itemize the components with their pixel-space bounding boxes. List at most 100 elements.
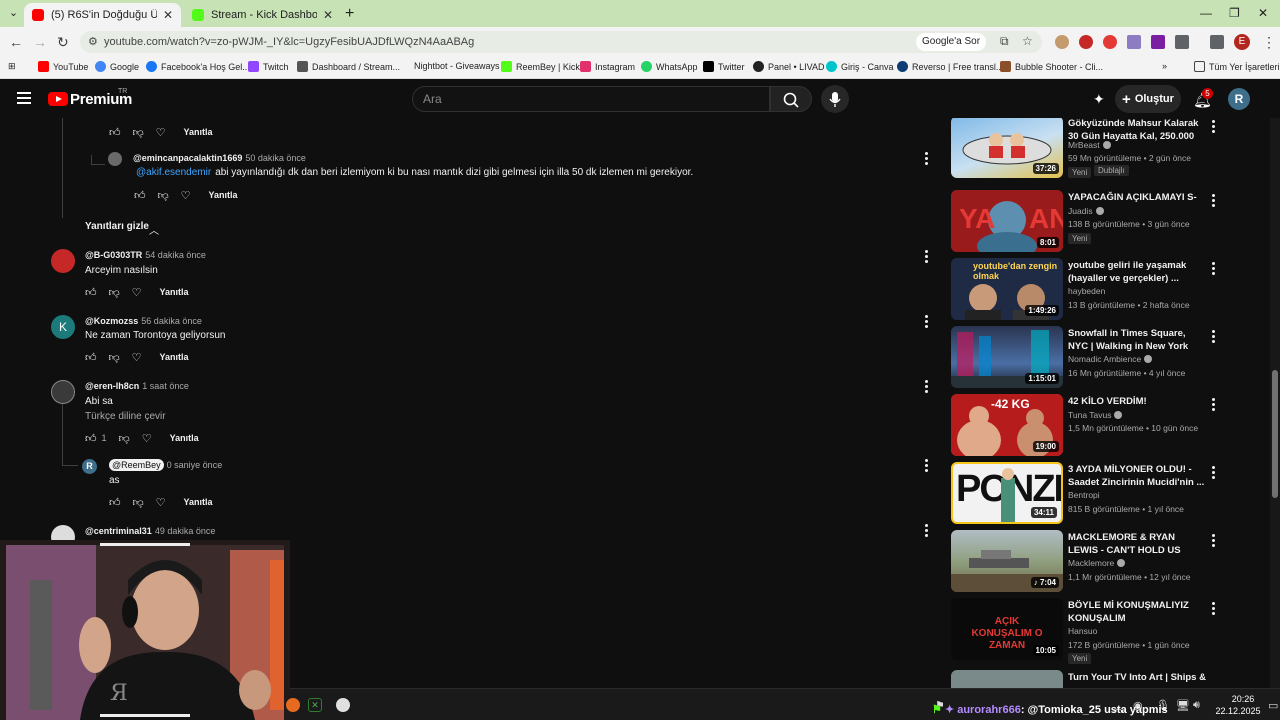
video-menu-icon[interactable] <box>1212 534 1216 549</box>
bookmark-livad[interactable]: Panel • LIVAD <box>753 61 825 72</box>
bookmark-whatsapp[interactable]: WhatsApp <box>641 61 698 72</box>
search-box[interactable] <box>412 86 770 112</box>
video-menu-icon[interactable] <box>1212 194 1216 209</box>
new-tab-icon[interactable]: + <box>345 5 354 23</box>
bookmark-dashboard[interactable]: Dashboard / Stream... <box>297 61 400 72</box>
reply-button[interactable]: Yanıtla <box>160 352 189 362</box>
url-text[interactable]: youtube.com/watch?v=zo-pWJM-_IY&lc=UgzyF… <box>104 36 474 48</box>
channel-name[interactable]: Nomadic Ambience <box>1068 354 1153 364</box>
chevron-up-icon[interactable]: ︿ <box>149 222 159 237</box>
channel-owner-badge[interactable]: @ReemBey <box>109 459 164 471</box>
comment-menu-icon[interactable] <box>925 459 929 474</box>
restore-icon[interactable]: ❐ <box>1229 6 1240 20</box>
comment-author[interactable]: @ReemBey 0 saniye önce <box>109 459 222 471</box>
apps-grid-icon[interactable]: ⊞ <box>8 61 16 72</box>
google-sor-button[interactable]: Google'a Sor <box>916 33 987 51</box>
extensions-puzzle-icon[interactable] <box>1175 35 1189 49</box>
search-input[interactable] <box>423 91 753 107</box>
forward-arrow-icon[interactable]: → <box>33 34 47 50</box>
comment-author[interactable]: @eren-lh8cn 1 saat önce <box>85 381 189 391</box>
video-thumbnail[interactable]: YA AN 8:01 <box>951 190 1063 252</box>
voice-search-button[interactable] <box>821 85 849 113</box>
video-title[interactable]: youtube geliri ile yaşamak (hayaller ve … <box>1068 259 1206 285</box>
minimize-icon[interactable]: — <box>1200 6 1212 20</box>
heart-icon[interactable]: ♡ <box>156 126 166 139</box>
mouse-app-icon[interactable] <box>336 698 350 712</box>
bookmark-youtube[interactable]: YouTube <box>38 61 88 72</box>
reply-button[interactable]: Yanıtla <box>184 127 213 137</box>
dislike-icon[interactable]: 👎︎ <box>133 126 144 139</box>
video-menu-icon[interactable] <box>1212 330 1216 345</box>
video-title[interactable]: Turn Your TV Into Art | Ships & <box>1068 671 1206 684</box>
search-button[interactable] <box>770 86 812 112</box>
channel-name[interactable]: MrBeast <box>1068 140 1111 150</box>
bookmark-twitch[interactable]: Twitch <box>248 61 289 72</box>
comment-menu-icon[interactable] <box>925 152 929 167</box>
channel-name[interactable]: Juadis <box>1068 206 1104 216</box>
tab-youtube[interactable]: (5) R6S'in Doğduğu Ülkeye Git ✕ <box>24 3 181 27</box>
comment-menu-icon[interactable] <box>925 250 929 265</box>
related-video-item[interactable]: AÇIK KONUŞALIM O ZAMAN 10:05 BÖYLE Mİ KO… <box>950 598 1280 664</box>
clock-date[interactable]: 22.12.2025 <box>1213 706 1263 716</box>
video-thumbnail[interactable]: ♪ 7:04 <box>951 530 1063 592</box>
video-title[interactable]: BÖYLE Mİ KONUŞMALIYIZ KONUŞALIM <box>1068 599 1206 625</box>
bookmark-nightbot[interactable]: Nightbot - Giveaways <box>414 61 500 71</box>
channel-name[interactable]: Tuna Tavus <box>1068 410 1123 420</box>
like-icon[interactable]: 👍︎ <box>134 189 146 202</box>
reply-button[interactable]: Yanıtla <box>209 190 238 200</box>
menu-hamburger-icon[interactable] <box>17 92 31 107</box>
dislike-icon[interactable]: 👎︎ <box>119 432 130 445</box>
xbox-app-icon[interactable]: ✕ <box>308 698 322 712</box>
notification-center-icon[interactable]: ▭ <box>1268 699 1278 712</box>
channel-name[interactable]: haybeden <box>1068 286 1105 296</box>
dislike-icon[interactable]: 👎︎ <box>158 189 169 202</box>
video-title[interactable]: 42 KİLO VERDİM! <box>1068 395 1206 408</box>
channel-name[interactable]: Bentropi <box>1068 490 1100 500</box>
tab-kick-dashboard[interactable]: Stream - Kick Dashboard ✕ <box>184 3 341 27</box>
browser-profile-avatar[interactable]: E <box>1234 34 1250 50</box>
heart-icon[interactable]: ♡ <box>132 286 142 299</box>
video-menu-icon[interactable] <box>1212 262 1216 277</box>
video-thumbnail[interactable] <box>951 670 1063 688</box>
site-info-icon[interactable]: ⚙ <box>88 35 98 48</box>
heart-icon[interactable]: ♡ <box>156 496 166 509</box>
reload-icon[interactable]: ↻ <box>57 34 69 51</box>
scrollbar-thumb[interactable] <box>1272 370 1278 498</box>
comment-menu-icon[interactable] <box>925 524 929 539</box>
page-scrollbar[interactable] <box>1270 118 1280 688</box>
mention-link[interactable]: @akif.esendemir <box>136 167 211 178</box>
bookmark-google[interactable]: Google <box>95 61 139 72</box>
related-video-item[interactable]: 1:15:01 Snowfall in Times Square, NYC | … <box>950 326 1280 390</box>
reading-list-icon[interactable] <box>1210 35 1224 49</box>
extension-icon[interactable] <box>1151 35 1165 49</box>
bookmark-twitter[interactable]: Twitter <box>703 61 745 72</box>
close-tab-icon[interactable]: ✕ <box>323 8 333 22</box>
like-icon[interactable]: 👍︎ <box>85 432 97 445</box>
commenter-avatar[interactable]: K <box>51 315 75 339</box>
adblock-extension-icon[interactable] <box>1103 35 1117 49</box>
dislike-icon[interactable]: 👎︎ <box>109 351 120 364</box>
video-thumbnail[interactable]: 37:26 <box>951 118 1063 178</box>
reply-button[interactable]: Yanıtla <box>170 433 199 443</box>
bookmark-instagram[interactable]: Instagram <box>580 61 635 72</box>
youtube-logo-icon[interactable] <box>48 92 68 106</box>
extension-icon[interactable] <box>1079 35 1093 49</box>
video-title[interactable]: 3 AYDA MİLYONER OLDU! - Saadet Zincirini… <box>1068 463 1206 489</box>
bookmark-kick[interactable]: ReemBey | Kick <box>501 61 580 72</box>
like-icon[interactable]: 👍︎ <box>109 126 121 139</box>
heart-icon[interactable]: ♡ <box>132 351 142 364</box>
related-video-item[interactable]: ♪ 7:04 MACKLEMORE & RYAN LEWIS - CAN'T H… <box>950 530 1280 594</box>
kick-extension-icon[interactable]: ✦ <box>1093 91 1105 108</box>
video-thumbnail[interactable]: PONZI 34:11 <box>951 462 1063 524</box>
comment-author[interactable]: @B-G0303TR 54 dakika önce <box>85 250 206 260</box>
translate-button[interactable]: Türkçe diline çevir <box>85 411 166 422</box>
related-video-item[interactable]: Turn Your TV Into Art | Ships & <box>950 670 1280 688</box>
video-menu-icon[interactable] <box>1212 398 1216 413</box>
bookmark-facebook[interactable]: Facebook'a Hoş Gel... <box>146 61 250 72</box>
clock-time[interactable]: 20:26 <box>1223 694 1263 704</box>
related-video-item[interactable]: PONZI 34:11 3 AYDA MİLYONER OLDU! - Saad… <box>950 462 1280 526</box>
video-menu-icon[interactable] <box>1212 120 1216 135</box>
video-thumbnail[interactable]: 1:15:01 <box>951 326 1063 388</box>
account-avatar[interactable]: R <box>1228 88 1250 110</box>
heart-icon[interactable]: ♡ <box>142 432 152 445</box>
